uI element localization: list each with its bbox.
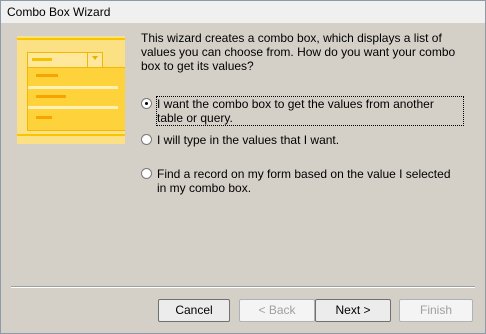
illustration-dropdown-list	[27, 67, 125, 131]
option-find-record[interactable]: Find a record on my form based on the va…	[141, 167, 471, 197]
radio-button[interactable]	[141, 168, 152, 179]
title-bar: Combo Box Wizard	[1, 1, 485, 24]
illustration-list-row	[36, 95, 66, 98]
illustration-list-row	[36, 116, 52, 119]
chevron-down-icon	[92, 56, 98, 60]
illustration-list-row	[28, 86, 118, 89]
wizard-content: This wizard creates a combo box, which d…	[1, 23, 485, 333]
illustration-list-row	[36, 74, 58, 77]
illustration-stripe	[17, 38, 125, 40]
illustration-combo-field	[27, 52, 103, 68]
combo-box-illustration	[17, 36, 125, 144]
option-label[interactable]: Find a record on my form based on the va…	[157, 167, 463, 195]
illustration-stripe	[17, 134, 125, 136]
button-separator	[11, 286, 475, 288]
back-button[interactable]: < Back	[239, 299, 315, 322]
radio-button-selected[interactable]	[141, 98, 152, 109]
combo-box-wizard-dialog: Combo Box Wizard This wizard creates a c…	[0, 0, 486, 334]
illustration-list-row	[28, 106, 118, 109]
window-title: Combo Box Wizard	[7, 5, 111, 19]
wizard-description: This wizard creates a combo box, which d…	[141, 31, 456, 73]
radio-dot-icon	[145, 102, 148, 105]
option-label[interactable]: I will type in the values that I want.	[157, 133, 463, 147]
illustration-dropdown-button	[87, 53, 102, 67]
illustration-combo-text	[32, 58, 52, 61]
next-button[interactable]: Next >	[315, 299, 391, 322]
option-type-values[interactable]: I will type in the values that I want.	[141, 133, 471, 149]
finish-button[interactable]: Finish	[399, 299, 473, 322]
radio-button[interactable]	[141, 134, 152, 145]
option-label[interactable]: I want the combo box to get the values f…	[156, 96, 464, 126]
cancel-button[interactable]: Cancel	[158, 299, 230, 322]
option-from-table-or-query[interactable]: I want the combo box to get the values f…	[141, 96, 471, 127]
